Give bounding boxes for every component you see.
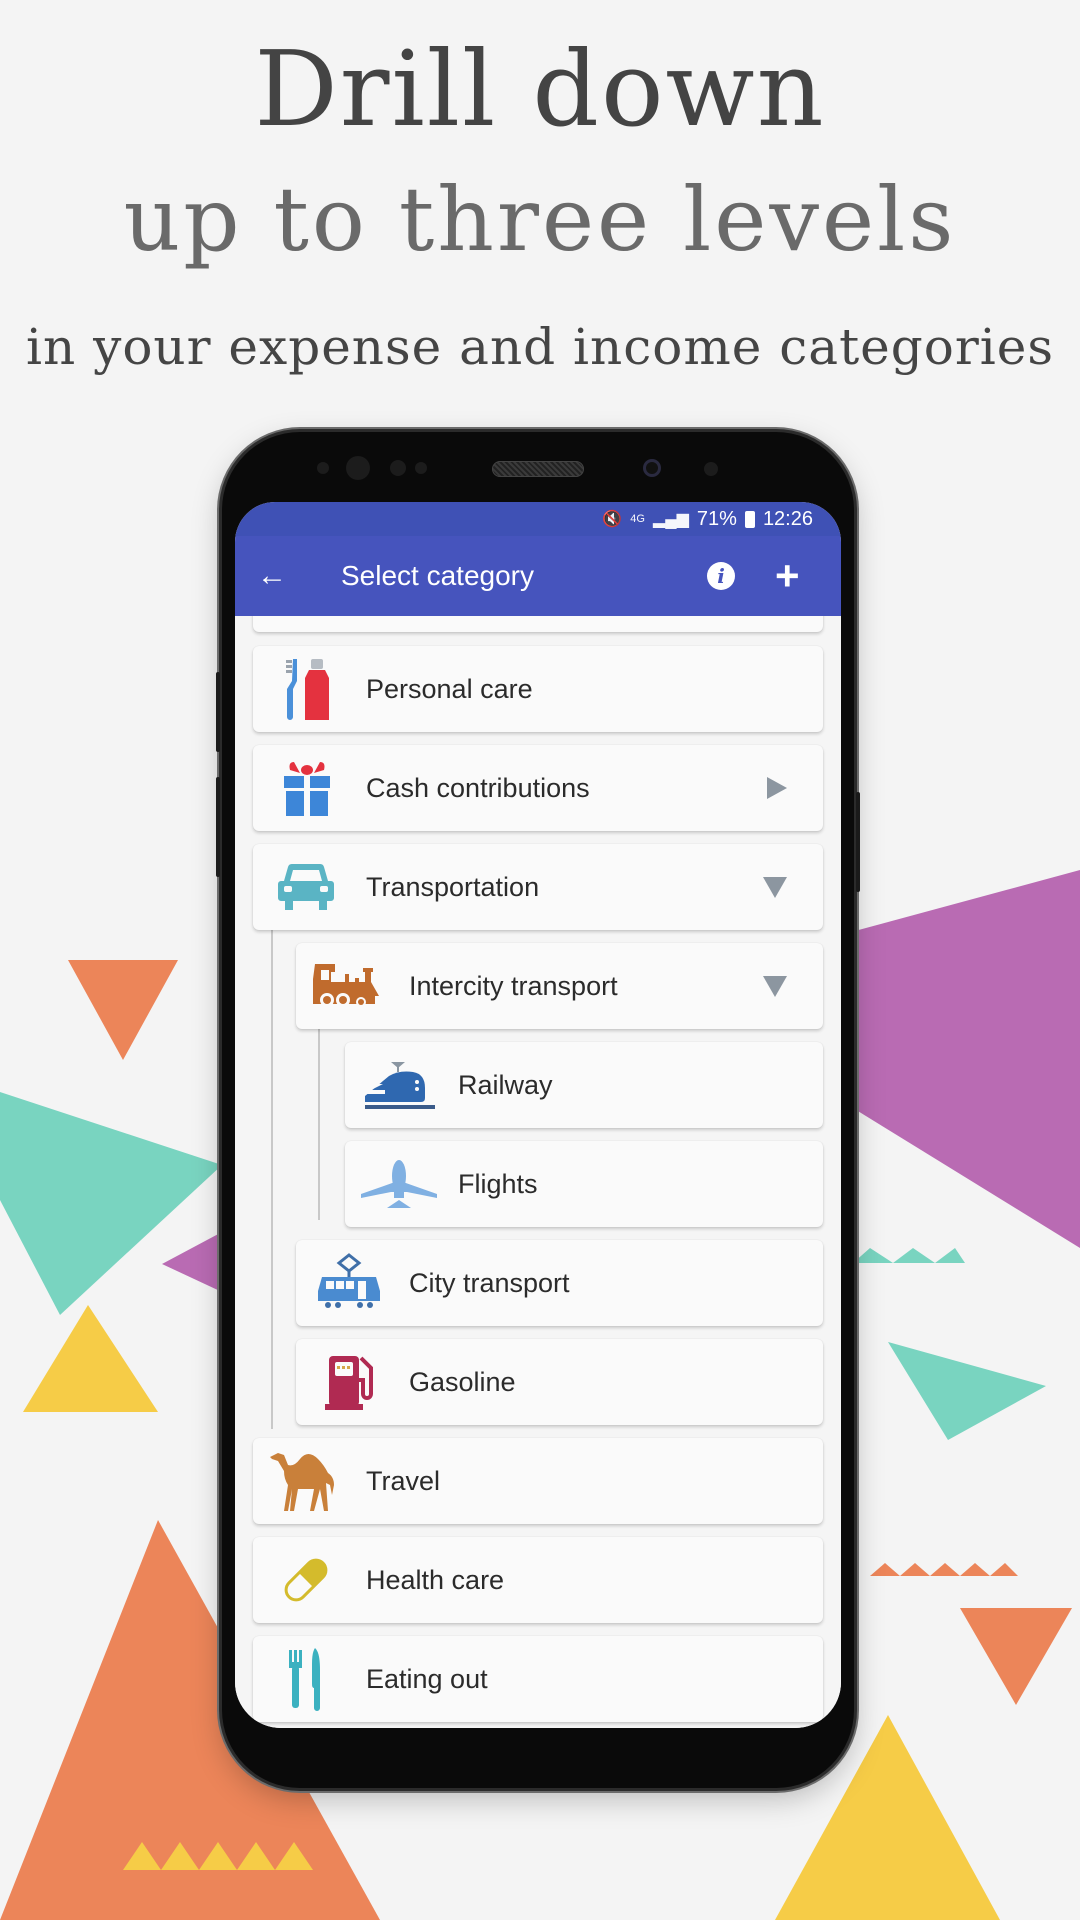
sensor-icon bbox=[390, 460, 406, 476]
headline-description: in your expense and income categories bbox=[25, 318, 1054, 376]
bg-triangle bbox=[162, 1232, 222, 1292]
list-item-label: Health care bbox=[366, 1564, 505, 1595]
list-item-label: Eating out bbox=[366, 1663, 488, 1694]
tree-guide-line bbox=[318, 1028, 320, 1220]
signal-icon: ▂▄▆ bbox=[652, 511, 689, 528]
airplane-icon bbox=[359, 1151, 439, 1217]
list-item-label: Personal care bbox=[366, 673, 533, 704]
sensor-icon bbox=[415, 462, 427, 474]
list-item[interactable]: Personal care bbox=[253, 646, 823, 732]
fuel-pump-icon bbox=[318, 1349, 384, 1415]
app-bar: ← Select category i + bbox=[235, 536, 841, 616]
bg-triangle bbox=[68, 960, 178, 1060]
sensor-icon bbox=[704, 462, 718, 476]
list-item-label: Transportation bbox=[366, 871, 540, 902]
bg-triangle bbox=[23, 1305, 158, 1412]
list-item[interactable]: Cash contributions bbox=[253, 745, 823, 831]
list-item-partial[interactable] bbox=[253, 616, 823, 632]
phone-side-button bbox=[216, 672, 220, 752]
front-camera-icon bbox=[643, 459, 661, 477]
list-item[interactable]: Gasoline bbox=[296, 1339, 823, 1425]
bg-triangle bbox=[960, 1608, 1072, 1705]
network-type: 4G bbox=[630, 513, 645, 525]
list-item-label: Flights bbox=[458, 1168, 538, 1199]
list-item-label: Railway bbox=[458, 1069, 553, 1100]
info-icon[interactable]: i bbox=[707, 562, 735, 590]
gift-icon bbox=[275, 755, 341, 821]
list-item[interactable]: Transportation bbox=[253, 844, 823, 930]
expand-down-icon[interactable] bbox=[763, 975, 787, 997]
category-list[interactable]: Personal care Cash contributions Transpo… bbox=[235, 616, 841, 1728]
list-item[interactable]: Intercity transport bbox=[296, 943, 823, 1029]
list-item-label: Intercity transport bbox=[409, 970, 618, 1001]
list-item-label: Travel bbox=[366, 1465, 441, 1496]
phone-side-button bbox=[216, 777, 220, 877]
bg-triangle bbox=[853, 1248, 965, 1263]
bg-triangle bbox=[888, 1342, 1046, 1440]
battery-icon bbox=[744, 510, 755, 528]
car-icon bbox=[273, 854, 339, 920]
expand-down-icon[interactable] bbox=[763, 876, 787, 898]
bg-triangle bbox=[840, 870, 1080, 1248]
headline-title: Drill down bbox=[254, 28, 826, 150]
expand-right-icon[interactable] bbox=[767, 777, 787, 799]
steam-train-icon bbox=[312, 953, 388, 1019]
sensor-icon bbox=[317, 462, 329, 474]
list-item[interactable]: Health care bbox=[253, 1537, 823, 1623]
headline-subtitle: up to three levels bbox=[123, 168, 957, 271]
pill-icon bbox=[273, 1547, 339, 1613]
list-item-label: City transport bbox=[409, 1267, 570, 1298]
page-title: Select category bbox=[341, 560, 534, 591]
mute-icon: 🔇 bbox=[602, 511, 623, 528]
iris-scanner-icon bbox=[346, 456, 370, 480]
list-item[interactable]: Eating out bbox=[253, 1636, 823, 1722]
bg-triangle bbox=[870, 1563, 1018, 1576]
bullet-train-icon bbox=[361, 1052, 437, 1118]
list-item[interactable]: Railway bbox=[345, 1042, 823, 1128]
phone-frame: 🔇 4G ▂▄▆ 71% 12:26 ← Select category i + bbox=[216, 432, 860, 1788]
list-item-label: Cash contributions bbox=[366, 772, 590, 803]
fork-knife-icon bbox=[275, 1646, 341, 1712]
list-item[interactable]: City transport bbox=[296, 1240, 823, 1326]
phone-screen: 🔇 4G ▂▄▆ 71% 12:26 ← Select category i + bbox=[235, 502, 841, 1728]
tree-guide-line bbox=[271, 929, 273, 1429]
add-category-button[interactable]: + bbox=[775, 555, 800, 597]
toothbrush-toothpaste-icon bbox=[275, 656, 341, 722]
camel-icon bbox=[267, 1448, 347, 1514]
battery-percent: 71% bbox=[696, 507, 737, 530]
back-arrow-icon[interactable]: ← bbox=[257, 559, 287, 593]
list-item-label: Gasoline bbox=[409, 1366, 516, 1397]
earpiece-speaker bbox=[492, 461, 584, 477]
phone-side-button bbox=[856, 792, 860, 892]
list-item[interactable]: Flights bbox=[345, 1141, 823, 1227]
clock: 12:26 bbox=[762, 507, 813, 530]
bg-triangle bbox=[0, 1092, 222, 1315]
status-bar: 🔇 4G ▂▄▆ 71% 12:26 bbox=[235, 502, 841, 536]
tram-icon bbox=[314, 1250, 384, 1316]
list-item[interactable]: Travel bbox=[253, 1438, 823, 1524]
